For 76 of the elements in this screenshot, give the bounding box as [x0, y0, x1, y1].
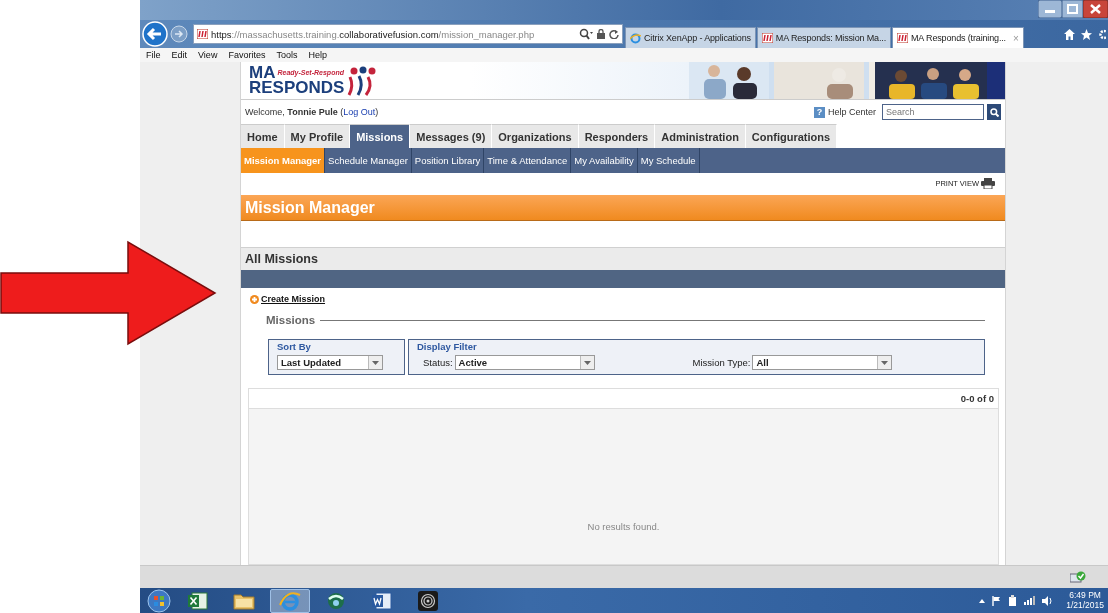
signal-icon[interactable]: [1024, 596, 1036, 605]
rings-icon: [418, 590, 438, 611]
menu-item[interactable]: File: [146, 50, 161, 60]
sub-tab[interactable]: My Availability: [571, 148, 638, 173]
sub-tab[interactable]: Position Library: [411, 148, 485, 173]
clock-time: 6:49 PM: [1069, 590, 1101, 601]
start-button[interactable]: [146, 588, 172, 613]
menu-item[interactable]: Favorites: [228, 50, 266, 60]
field-label: Status:: [423, 357, 453, 368]
nav-tab[interactable]: Configurations: [745, 124, 838, 148]
minimize-button[interactable]: [1038, 0, 1062, 18]
search-field[interactable]: Search: [882, 104, 984, 120]
url-text: https://massachusetts.training.collaborativefusion.com/mission_manager.php: [211, 28, 535, 40]
dropdown[interactable]: Active: [454, 355, 595, 370]
close-button[interactable]: [1083, 0, 1108, 18]
address-bar[interactable]: https://massachusetts.training.collaborativefusion.com/mission_manager.php: [193, 24, 623, 44]
menu-item[interactable]: Help: [308, 50, 327, 60]
browser-tab[interactable]: Citrix XenApp - Applications: [625, 27, 756, 48]
create-mission-link[interactable]: Create Mission: [261, 294, 326, 304]
clock-date: 1/21/2015: [1066, 600, 1104, 611]
menu-item[interactable]: View: [198, 50, 218, 60]
lock-icon: [597, 29, 605, 39]
back-button[interactable]: [142, 21, 168, 47]
section-heading: All Missions: [241, 247, 1005, 270]
battery-icon[interactable]: [1008, 595, 1018, 606]
maximize-button[interactable]: [1062, 0, 1083, 18]
menu-item[interactable]: Tools: [276, 50, 298, 60]
logo-text: RESPONDS: [249, 80, 345, 96]
nav-tab[interactable]: My Profile: [284, 124, 351, 148]
settings-icon[interactable]: [1098, 28, 1106, 40]
nav-tab[interactable]: Responders: [578, 124, 656, 148]
forward-button[interactable]: [170, 25, 188, 43]
page-title: Mission Manager: [241, 195, 1005, 221]
home-icon[interactable]: [1064, 28, 1075, 40]
caret-icon: [583, 360, 591, 365]
star-icon[interactable]: [1081, 28, 1092, 40]
folder-icon: [233, 591, 255, 610]
refresh-icon[interactable]: [609, 29, 619, 39]
panel-title: Display Filter: [417, 341, 478, 352]
welcome-text: Welcome, Tonnie Pule (Log Out): [245, 107, 379, 117]
sub-tab[interactable]: Schedule Manager: [325, 148, 412, 173]
nav-tab[interactable]: Messages (9): [410, 124, 493, 148]
logo-text: MA: [249, 65, 276, 81]
speaker-icon[interactable]: [1042, 595, 1054, 606]
dropdown[interactable]: All: [752, 355, 893, 370]
panel-title: Sort By: [277, 341, 312, 352]
field-label: Mission Type:: [692, 357, 751, 368]
nav-tab[interactable]: Administration: [655, 124, 746, 148]
site-icon: [897, 33, 908, 43]
printer-icon[interactable]: [981, 177, 995, 189]
help-center-link[interactable]: Help Center: [827, 107, 876, 117]
sub-tab[interactable]: Time & Attendance: [484, 148, 572, 173]
site-icon: [761, 33, 773, 43]
browser-tab[interactable]: MA Responds (training... ×: [892, 27, 1024, 48]
site-icon: [197, 29, 208, 39]
document-icon: [372, 591, 392, 610]
computer-check-icon: [1070, 570, 1086, 584]
search-icon[interactable]: [579, 28, 593, 40]
nav-tab[interactable]: Organizations: [492, 124, 579, 148]
fieldset-legend: Missions: [266, 314, 316, 326]
nav-tab[interactable]: Home: [241, 124, 285, 148]
spreadsheet-icon: [188, 591, 208, 610]
browser-tab[interactable]: MA Responds: Mission Ma...: [756, 27, 891, 48]
result-count: 0-0 of 0: [960, 393, 994, 404]
nav-tab[interactable]: Missions: [350, 124, 411, 148]
flag-icon[interactable]: [992, 595, 1002, 606]
caret-icon: [372, 360, 379, 365]
menu-item[interactable]: Edit: [171, 50, 188, 60]
dropdown[interactable]: Last Updated: [277, 355, 383, 370]
search-icon: [989, 107, 999, 117]
caret-icon[interactable]: [979, 598, 986, 603]
caret-icon: [881, 360, 889, 365]
empty-message: No results found.: [587, 521, 660, 534]
plus-icon: [250, 294, 259, 304]
search-button[interactable]: [987, 104, 1001, 120]
sub-tab[interactable]: My Schedule: [637, 148, 700, 173]
